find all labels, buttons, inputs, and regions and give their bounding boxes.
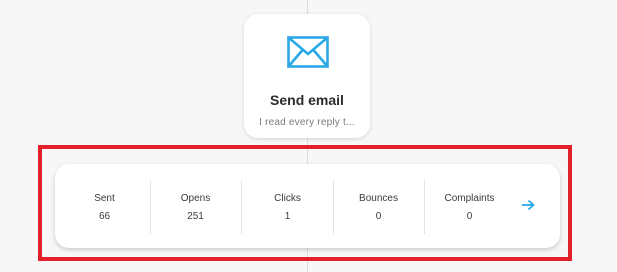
- stat-value: 0: [466, 211, 473, 222]
- stat-sent: Sent 66: [59, 180, 151, 234]
- stat-clicks: Clicks 1: [242, 180, 334, 234]
- node-title: Send email: [270, 92, 344, 108]
- stat-value: 66: [98, 211, 111, 222]
- envelope-icon: [287, 36, 329, 68]
- send-email-node[interactable]: Send email I read every reply t...: [244, 14, 370, 138]
- stat-label: Bounces: [359, 193, 398, 204]
- stat-label: Complaints: [444, 193, 495, 204]
- stat-bounces: Bounces 0: [333, 180, 425, 234]
- stat-value: 251: [187, 211, 204, 222]
- stat-complaints: Complaints 0: [424, 180, 515, 234]
- stat-opens: Opens 251: [150, 180, 242, 234]
- node-subtitle: I read every reply t...: [259, 117, 355, 128]
- stat-value: 0: [375, 211, 382, 222]
- arrow-right-icon[interactable]: [521, 199, 535, 211]
- stat-label: Clicks: [274, 193, 301, 204]
- stat-label: Sent: [94, 193, 115, 204]
- stat-label: Opens: [180, 193, 211, 204]
- stat-value: 1: [284, 211, 291, 222]
- email-stats-card[interactable]: Sent 66 Opens 251 Clicks 1 Bounces 0 Com…: [55, 164, 560, 248]
